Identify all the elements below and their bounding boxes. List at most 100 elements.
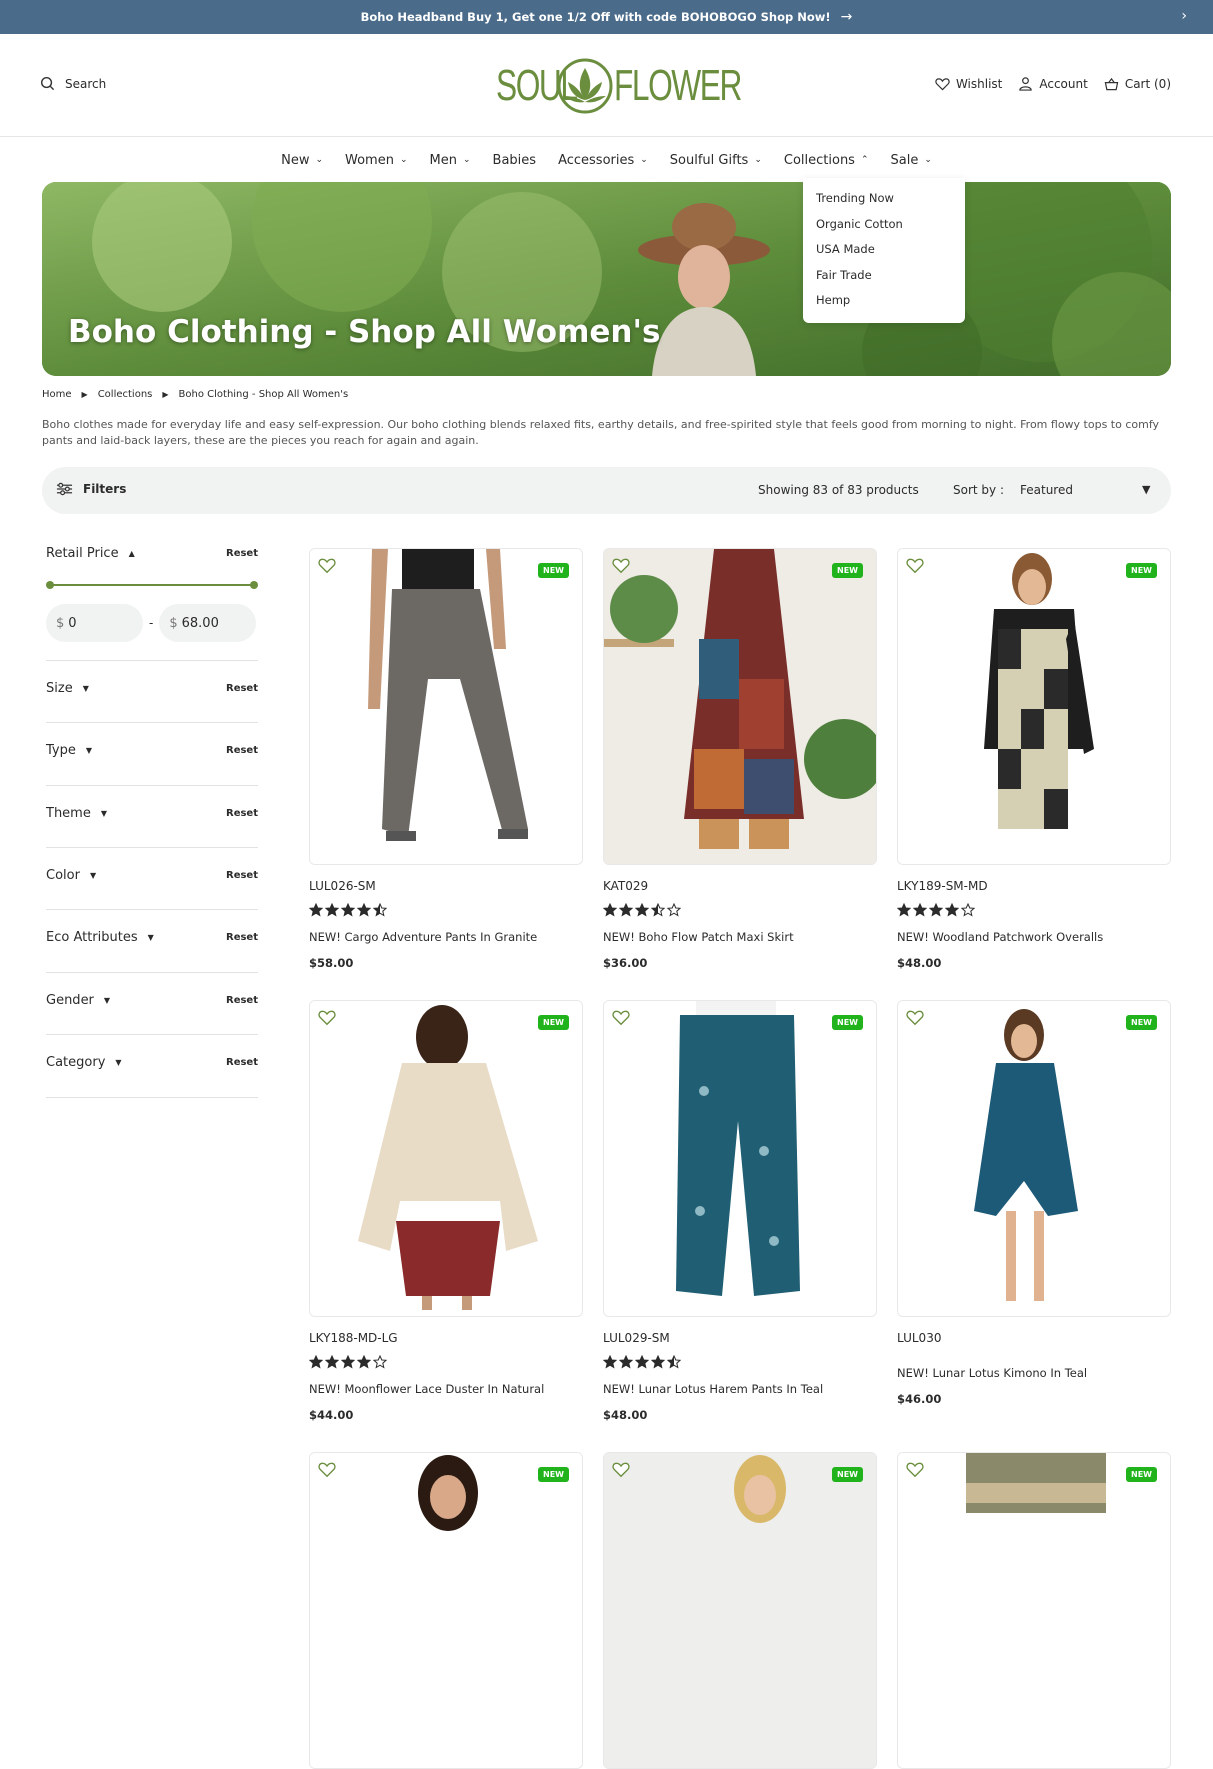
wishlist-heart-icon[interactable] bbox=[612, 557, 630, 574]
wishlist-link[interactable]: Wishlist bbox=[935, 77, 1002, 91]
slider-handle-min[interactable] bbox=[46, 581, 54, 589]
filter-theme[interactable]: Theme ▼ Reset bbox=[46, 786, 258, 848]
product-name[interactable]: NEW! Moonflower Lace Duster In Natural bbox=[309, 1382, 583, 1396]
wishlist-heart-icon[interactable] bbox=[318, 1461, 336, 1478]
filter-size[interactable]: Size ▼ Reset bbox=[46, 661, 258, 723]
filter-category[interactable]: Category ▼ Reset bbox=[46, 1035, 258, 1098]
product-name[interactable]: NEW! Cargo Adventure Pants In Granite bbox=[309, 930, 583, 944]
price-min-input[interactable]: $0 bbox=[46, 604, 143, 642]
star-empty-icon bbox=[667, 903, 681, 917]
wishlist-heart-icon[interactable] bbox=[318, 557, 336, 574]
star-filled-icon bbox=[309, 1355, 323, 1369]
reset-button[interactable]: Reset bbox=[226, 1057, 258, 1068]
hero-title: Boho Clothing - Shop All Women's bbox=[68, 314, 661, 350]
reset-button[interactable]: Reset bbox=[226, 548, 258, 559]
slider-handle-max[interactable] bbox=[250, 581, 258, 589]
nav-item-men[interactable]: Men ⌄ bbox=[430, 153, 471, 168]
reset-button[interactable]: Reset bbox=[226, 995, 258, 1006]
currency-symbol: $ bbox=[56, 615, 65, 631]
filter-type[interactable]: Type ▼ Reset bbox=[46, 723, 258, 786]
nav-item-accessories[interactable]: Accessories ⌄ bbox=[558, 153, 648, 168]
dropdown-item[interactable]: USA Made bbox=[803, 237, 965, 263]
caret-down-icon: ▼ bbox=[115, 1058, 122, 1067]
dropdown-item[interactable]: Organic Cotton bbox=[803, 212, 965, 238]
product-image[interactable]: NEW bbox=[897, 1000, 1171, 1317]
logo[interactable]: SOUL FLOWER bbox=[496, 56, 742, 116]
wishlist-heart-icon[interactable] bbox=[612, 1009, 630, 1026]
caret-down-icon: ▼ bbox=[85, 746, 93, 755]
logo-text-left: SOUL bbox=[496, 61, 578, 110]
cart-link[interactable]: Cart (0) bbox=[1104, 77, 1171, 91]
caret-down-icon: ▼ bbox=[103, 996, 111, 1005]
account-link[interactable]: Account bbox=[1018, 76, 1088, 91]
announcement-bar[interactable]: Boho Headband Buy 1, Get one 1/2 Off wit… bbox=[0, 0, 1213, 34]
reset-button[interactable]: Reset bbox=[226, 683, 258, 694]
filter-label: Theme bbox=[46, 806, 91, 821]
filter-eco-attributes[interactable]: Eco Attributes ▼ Reset bbox=[46, 910, 258, 973]
product-image[interactable]: NEW bbox=[309, 1000, 583, 1317]
product-image[interactable]: NEW bbox=[603, 1000, 877, 1317]
wishlist-heart-icon[interactable] bbox=[906, 1009, 924, 1026]
caret-down-icon: ▼ bbox=[147, 933, 154, 942]
product-card[interactable]: NEW LUL029-SM NEW! Lunar Lotus Harem Pan… bbox=[603, 1000, 877, 1422]
nav-item-women[interactable]: Women ⌄ bbox=[345, 153, 408, 168]
announcement-text[interactable]: Boho Headband Buy 1, Get one 1/2 Off wit… bbox=[361, 10, 831, 24]
product-card[interactable]: NEW LKY189-SM-MD NEW! Woodland Patchwork… bbox=[897, 548, 1171, 970]
caret-down-icon: ▼ bbox=[82, 684, 89, 693]
reset-button[interactable]: Reset bbox=[226, 745, 258, 756]
nav-item-collections[interactable]: Collections ⌃ bbox=[784, 153, 869, 168]
breadcrumb-collections[interactable]: Collections bbox=[98, 389, 153, 400]
product-image[interactable]: NEW bbox=[603, 548, 877, 865]
star-filled-icon bbox=[619, 1355, 633, 1369]
filter-color[interactable]: Color ▼ Reset bbox=[46, 848, 258, 910]
star-filled-icon bbox=[325, 903, 339, 917]
price-slider[interactable] bbox=[46, 571, 258, 601]
product-name[interactable]: NEW! Boho Flow Patch Maxi Skirt bbox=[603, 930, 877, 944]
filter-price-toggle[interactable]: Retail Price ▲ bbox=[46, 546, 135, 561]
caret-down-icon[interactable]: ▼ bbox=[1142, 483, 1150, 496]
sliders-icon bbox=[56, 482, 73, 496]
product-image[interactable]: NEW bbox=[897, 548, 1171, 865]
new-badge: NEW bbox=[1126, 1015, 1157, 1030]
price-max-input[interactable]: $68.00 bbox=[159, 604, 257, 642]
reset-button[interactable]: Reset bbox=[226, 870, 258, 881]
dropdown-item[interactable]: Fair Trade bbox=[803, 263, 965, 289]
search-button[interactable]: Search bbox=[40, 76, 106, 91]
dropdown-item[interactable]: Hemp bbox=[803, 288, 965, 314]
star-filled-icon bbox=[309, 903, 323, 917]
filter-label: Retail Price bbox=[46, 546, 119, 561]
star-rating bbox=[603, 903, 877, 919]
new-badge: NEW bbox=[538, 1467, 569, 1482]
product-name[interactable]: NEW! Lunar Lotus Harem Pants In Teal bbox=[603, 1382, 877, 1396]
dropdown-item[interactable]: Trending Now bbox=[803, 186, 965, 212]
filters-label: Filters bbox=[83, 482, 127, 496]
product-name[interactable]: NEW! Lunar Lotus Kimono In Teal bbox=[897, 1366, 1171, 1380]
filters-button[interactable]: Filters bbox=[56, 482, 126, 496]
product-card[interactable]: NEW LUL026-SM NEW! Cargo Adventure Pants… bbox=[309, 548, 583, 970]
chevron-right-icon[interactable]: › bbox=[1181, 8, 1187, 24]
reset-button[interactable]: Reset bbox=[226, 932, 258, 943]
nav-item-babies[interactable]: Babies bbox=[493, 153, 537, 168]
product-sku: KAT029 bbox=[603, 879, 649, 893]
nav-item-soulful-gifts[interactable]: Soulful Gifts ⌄ bbox=[670, 153, 762, 168]
star-filled-icon bbox=[635, 1355, 649, 1369]
product-card[interactable]: NEW LUL030 NEW! Lunar Lotus Kimono In Te… bbox=[897, 1000, 1171, 1406]
product-card[interactable]: NEW LKY188-MD-LG NEW! Moonflower Lace Du… bbox=[309, 1000, 583, 1422]
product-image[interactable]: NEW bbox=[309, 548, 583, 865]
wishlist-heart-icon[interactable] bbox=[612, 1461, 630, 1478]
sort-select[interactable]: Featured bbox=[1020, 483, 1073, 497]
nav-label: Women bbox=[345, 152, 394, 168]
sort-label: Sort by : bbox=[953, 483, 1004, 497]
wishlist-heart-icon[interactable] bbox=[906, 557, 924, 574]
filter-label: Type bbox=[46, 743, 76, 758]
product-card[interactable]: NEW KAT029 NEW! Boho Flow Patch Maxi Ski… bbox=[603, 548, 877, 970]
nav-item-sale[interactable]: Sale ⌄ bbox=[891, 153, 932, 168]
filter-price: Retail Price ▲ Reset $0 - $68.00 bbox=[46, 540, 258, 661]
filter-gender[interactable]: Gender ▼ Reset bbox=[46, 973, 258, 1035]
wishlist-heart-icon[interactable] bbox=[906, 1461, 924, 1478]
product-name[interactable]: NEW! Woodland Patchwork Overalls bbox=[897, 930, 1171, 944]
nav-item-new[interactable]: New ⌄ bbox=[281, 153, 323, 168]
breadcrumb-home[interactable]: Home bbox=[42, 389, 72, 400]
reset-button[interactable]: Reset bbox=[226, 808, 258, 819]
wishlist-heart-icon[interactable] bbox=[318, 1009, 336, 1026]
